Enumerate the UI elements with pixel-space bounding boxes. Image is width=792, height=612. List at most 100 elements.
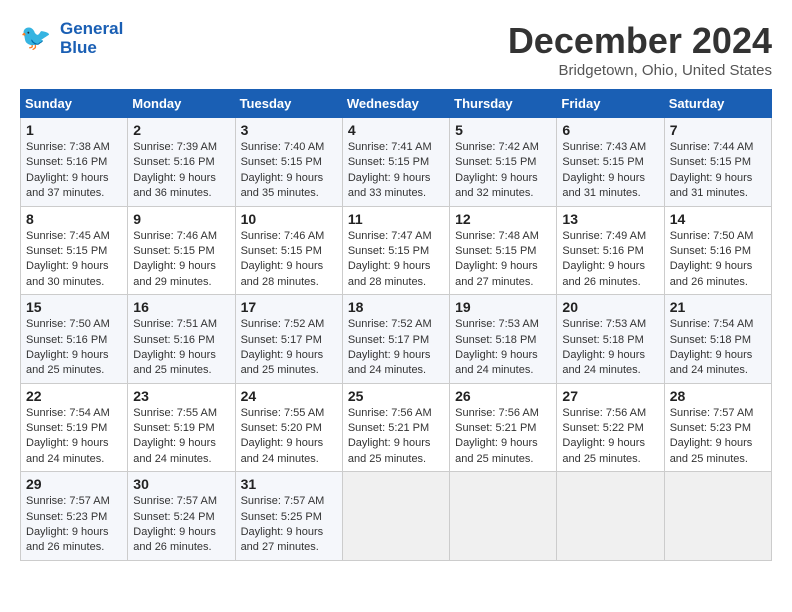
day-info: Sunrise: 7:52 AM Sunset: 5:17 PM Dayligh… [348,317,444,379]
calendar-cell: 28 Sunrise: 7:57 AM Sunset: 5:23 PM Dayli… [664,383,771,472]
day-number: 15 [26,299,122,315]
day-info: Sunrise: 7:56 AM Sunset: 5:21 PM Dayligh… [348,406,444,468]
day-info: Sunrise: 7:50 AM Sunset: 5:16 PM Dayligh… [26,317,122,379]
day-info: Sunrise: 7:39 AM Sunset: 5:16 PM Dayligh… [133,140,229,202]
day-number: 31 [241,476,337,492]
day-info: Sunrise: 7:51 AM Sunset: 5:16 PM Dayligh… [133,317,229,379]
calendar-cell: 4Sunrise: 7:41 AM Sunset: 5:15 PM Daylig… [342,118,449,207]
calendar-cell: 30Sunrise: 7:57 AM Sunset: 5:24 PM Dayli… [128,472,235,561]
page-header: 🐦 General Blue December 2024 Bridgetown,… [20,20,772,79]
day-number: 9 [133,211,229,227]
calendar-week-3: 15 Sunrise: 7:50 AM Sunset: 5:16 PM Dayli… [21,295,772,384]
calendar-cell: 7Sunrise: 7:44 AM Sunset: 5:15 PM Daylig… [664,118,771,207]
calendar-cell: 29 Sunrise: 7:57 AM Sunset: 5:23 PM Dayli… [21,472,128,561]
day-number: 29 [26,476,122,492]
day-info: Sunrise: 7:46 AM Sunset: 5:15 PM Dayligh… [133,229,229,291]
day-info: Sunrise: 7:46 AM Sunset: 5:15 PM Dayligh… [241,229,337,291]
calendar-cell: 26 Sunrise: 7:56 AM Sunset: 5:21 PM Dayli… [450,383,557,472]
day-info: Sunrise: 7:54 AM Sunset: 5:18 PM Dayligh… [670,317,766,379]
calendar-cell: 10Sunrise: 7:46 AM Sunset: 5:15 PM Dayli… [235,206,342,295]
column-header-tuesday: Tuesday [235,90,342,118]
day-info: Sunrise: 7:57 AM Sunset: 5:23 PM Dayligh… [670,406,766,468]
calendar-header-row: SundayMondayTuesdayWednesdayThursdayFrid… [21,90,772,118]
calendar-cell: 24Sunrise: 7:55 AM Sunset: 5:20 PM Dayli… [235,383,342,472]
calendar-cell: 8 Sunrise: 7:45 AM Sunset: 5:15 PM Daylig… [21,206,128,295]
calendar-cell: 3 Sunrise: 7:40 AM Sunset: 5:15 PM Daylig… [235,118,342,207]
day-number: 11 [348,211,444,227]
day-number: 21 [670,299,766,315]
day-info: Sunrise: 7:40 AM Sunset: 5:15 PM Dayligh… [241,140,337,202]
day-info: Sunrise: 7:55 AM Sunset: 5:19 PM Dayligh… [133,406,229,468]
day-number: 27 [562,388,658,404]
calendar-cell [450,472,557,561]
calendar-cell [664,472,771,561]
day-number: 25 [348,388,444,404]
title-block: December 2024 Bridgetown, Ohio, United S… [508,20,772,79]
day-info: Sunrise: 7:41 AM Sunset: 5:15 PM Dayligh… [348,140,444,202]
calendar-cell: 12Sunrise: 7:48 AM Sunset: 5:15 PM Dayli… [450,206,557,295]
calendar-cell: 27 Sunrise: 7:56 AM Sunset: 5:22 PM Dayli… [557,383,664,472]
calendar-cell: 6Sunrise: 7:43 AM Sunset: 5:15 PM Daylig… [557,118,664,207]
calendar-cell: 2 Sunrise: 7:39 AM Sunset: 5:16 PM Daylig… [128,118,235,207]
calendar-cell: 11 Sunrise: 7:47 AM Sunset: 5:15 PM Dayli… [342,206,449,295]
logo-line1: General [60,20,123,39]
calendar-week-2: 8 Sunrise: 7:45 AM Sunset: 5:15 PM Daylig… [21,206,772,295]
column-header-thursday: Thursday [450,90,557,118]
day-info: Sunrise: 7:45 AM Sunset: 5:15 PM Dayligh… [26,229,122,291]
day-info: Sunrise: 7:53 AM Sunset: 5:18 PM Dayligh… [562,317,658,379]
calendar-cell: 17 Sunrise: 7:52 AM Sunset: 5:17 PM Dayli… [235,295,342,384]
day-number: 2 [133,122,229,138]
day-number: 3 [241,122,337,138]
day-info: Sunrise: 7:56 AM Sunset: 5:22 PM Dayligh… [562,406,658,468]
day-number: 24 [241,388,337,404]
day-info: Sunrise: 7:38 AM Sunset: 5:16 PM Dayligh… [26,140,122,202]
calendar-cell: 14 Sunrise: 7:50 AM Sunset: 5:16 PM Dayli… [664,206,771,295]
calendar-table: SundayMondayTuesdayWednesdayThursdayFrid… [20,89,772,561]
day-info: Sunrise: 7:50 AM Sunset: 5:16 PM Dayligh… [670,229,766,291]
calendar-cell: 31 Sunrise: 7:57 AM Sunset: 5:25 PM Dayli… [235,472,342,561]
day-number: 14 [670,211,766,227]
calendar-week-1: 1 Sunrise: 7:38 AM Sunset: 5:16 PM Daylig… [21,118,772,207]
calendar-cell: 1 Sunrise: 7:38 AM Sunset: 5:16 PM Daylig… [21,118,128,207]
day-number: 28 [670,388,766,404]
column-header-friday: Friday [557,90,664,118]
day-info: Sunrise: 7:54 AM Sunset: 5:19 PM Dayligh… [26,406,122,468]
day-number: 1 [26,122,122,138]
month-title: December 2024 [508,20,772,62]
day-number: 19 [455,299,551,315]
calendar-cell: 15 Sunrise: 7:50 AM Sunset: 5:16 PM Dayli… [21,295,128,384]
day-info: Sunrise: 7:57 AM Sunset: 5:25 PM Dayligh… [241,494,337,556]
logo-icon: 🐦 [20,21,56,57]
day-info: Sunrise: 7:57 AM Sunset: 5:24 PM Dayligh… [133,494,229,556]
calendar-cell: 16Sunrise: 7:51 AM Sunset: 5:16 PM Dayli… [128,295,235,384]
calendar-cell: 19 Sunrise: 7:53 AM Sunset: 5:18 PM Dayli… [450,295,557,384]
day-info: Sunrise: 7:52 AM Sunset: 5:17 PM Dayligh… [241,317,337,379]
logo-line2: Blue [60,39,123,58]
day-number: 20 [562,299,658,315]
day-info: Sunrise: 7:47 AM Sunset: 5:15 PM Dayligh… [348,229,444,291]
day-number: 26 [455,388,551,404]
calendar-cell: 20 Sunrise: 7:53 AM Sunset: 5:18 PM Dayli… [557,295,664,384]
calendar-cell: 21 Sunrise: 7:54 AM Sunset: 5:18 PM Dayli… [664,295,771,384]
day-info: Sunrise: 7:53 AM Sunset: 5:18 PM Dayligh… [455,317,551,379]
day-number: 7 [670,122,766,138]
column-header-wednesday: Wednesday [342,90,449,118]
day-info: Sunrise: 7:42 AM Sunset: 5:15 PM Dayligh… [455,140,551,202]
calendar-cell: 13Sunrise: 7:49 AM Sunset: 5:16 PM Dayli… [557,206,664,295]
column-header-saturday: Saturday [664,90,771,118]
day-info: Sunrise: 7:48 AM Sunset: 5:15 PM Dayligh… [455,229,551,291]
calendar-cell: 9 Sunrise: 7:46 AM Sunset: 5:15 PM Daylig… [128,206,235,295]
day-info: Sunrise: 7:56 AM Sunset: 5:21 PM Dayligh… [455,406,551,468]
calendar-week-4: 22Sunrise: 7:54 AM Sunset: 5:19 PM Dayli… [21,383,772,472]
calendar-cell: 23Sunrise: 7:55 AM Sunset: 5:19 PM Dayli… [128,383,235,472]
calendar-cell: 25 Sunrise: 7:56 AM Sunset: 5:21 PM Dayli… [342,383,449,472]
day-info: Sunrise: 7:57 AM Sunset: 5:23 PM Dayligh… [26,494,122,556]
svg-text:🐦: 🐦 [20,24,51,52]
day-number: 17 [241,299,337,315]
day-number: 8 [26,211,122,227]
day-number: 18 [348,299,444,315]
calendar-cell: 5Sunrise: 7:42 AM Sunset: 5:15 PM Daylig… [450,118,557,207]
day-info: Sunrise: 7:49 AM Sunset: 5:16 PM Dayligh… [562,229,658,291]
logo: 🐦 General Blue [20,20,123,57]
calendar-cell: 22Sunrise: 7:54 AM Sunset: 5:19 PM Dayli… [21,383,128,472]
